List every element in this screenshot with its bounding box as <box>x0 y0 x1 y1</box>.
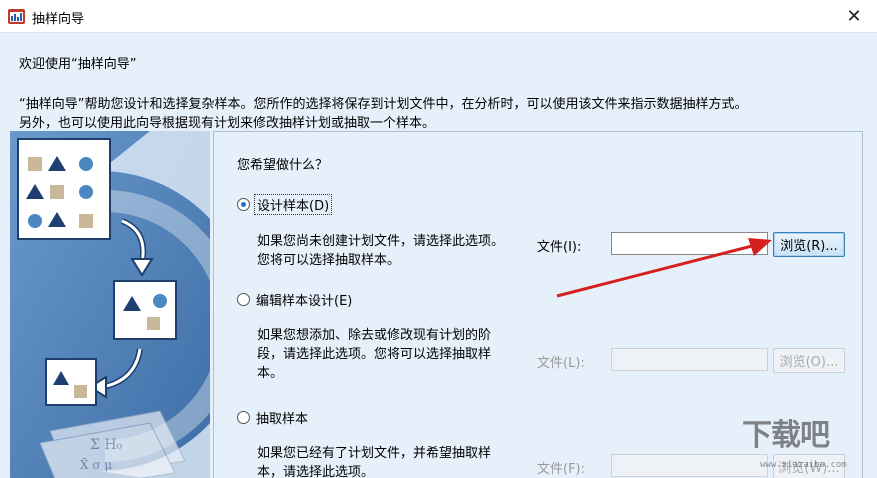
radio-label-edit-design[interactable]: 编辑样本设计(E) <box>254 290 354 309</box>
browse-button-edit: 浏览(O)... <box>773 348 845 373</box>
svg-text:X̄ σ μ: X̄ σ μ <box>80 457 112 472</box>
file-label-design: 文件(I): <box>537 240 582 255</box>
illustration-graphic: Σ H₀ X̄ σ μ <box>10 131 210 478</box>
intro-description-line2: 另外，也可以使用此向导根据现有计划来修改抽样计划或抽取一个样本。 <box>19 116 436 131</box>
watermark-url: www.xiazaiba.com <box>760 460 847 470</box>
app-icon <box>8 9 25 24</box>
help-line: 如果您尚未创建计划文件，请选择此选项。 <box>257 234 505 249</box>
radio-label-design-sample[interactable]: 设计样本(D) <box>254 194 333 215</box>
svg-text:Σ H₀: Σ H₀ <box>90 437 123 453</box>
radio-design-sample[interactable]: 设计样本(D) <box>237 194 333 215</box>
file-input-edit <box>611 348 768 371</box>
radio-draw-sample[interactable]: 抽取样本 <box>237 408 310 427</box>
file-input-draw <box>611 454 768 477</box>
subsample-card-icon <box>113 280 177 340</box>
help-design-sample: 如果您尚未创建计划文件，请选择此选项。 您将可以选择抽取样本。 <box>257 232 504 270</box>
help-line: 段，请选择此选项。您将可以选择抽取样 <box>257 347 492 362</box>
final-sample-card-icon <box>45 358 97 406</box>
window-title: 抽样向导 <box>32 12 85 27</box>
help-edit-design: 如果您想添加、除去或修改现有计划的阶 段，请选择此选项。您将可以选择抽取样 本。 <box>257 326 491 383</box>
radio-button-checked-icon[interactable] <box>237 198 250 211</box>
close-icon: ✕ <box>846 5 862 27</box>
close-button[interactable]: ✕ <box>831 0 877 32</box>
help-line: 本。 <box>257 366 284 381</box>
help-line: 如果您想添加、除去或修改现有计划的阶 <box>257 328 492 343</box>
browse-button-design[interactable]: 浏览(R)... <box>773 232 845 257</box>
welcome-heading: 欢迎使用“抽样向导” <box>19 57 137 72</box>
question-label: 您希望做什么？ <box>237 158 329 173</box>
file-label-draw: 文件(F): <box>537 462 586 477</box>
radio-edit-design[interactable]: 编辑样本设计(E) <box>237 290 354 309</box>
file-input-design[interactable] <box>611 232 768 255</box>
intro-description-line1: “抽样向导”帮助您设计和选择复杂样本。您所作的选择将保存到计划文件中，在分析时，… <box>19 97 748 112</box>
file-label-edit: 文件(L): <box>537 356 585 371</box>
help-line: 如果您已经有了计划文件，并希望抽取样 <box>257 446 492 461</box>
watermark-logo: 下载吧 <box>742 418 830 453</box>
help-draw-sample: 如果您已经有了计划文件，并希望抽取样 本，请选择此选项。 <box>257 444 491 478</box>
title-bar: 抽样向导 ✕ <box>0 0 877 32</box>
wizard-illustration: Σ H₀ X̄ σ μ <box>10 131 210 478</box>
radio-label-draw-sample[interactable]: 抽取样本 <box>254 408 310 427</box>
help-line: 您将可以选择抽取样本。 <box>257 253 401 268</box>
radio-button-icon[interactable] <box>237 293 250 306</box>
help-line: 本，请选择此选项。 <box>257 465 375 478</box>
radio-button-icon[interactable] <box>237 411 250 424</box>
sample-card-icon <box>17 138 111 240</box>
